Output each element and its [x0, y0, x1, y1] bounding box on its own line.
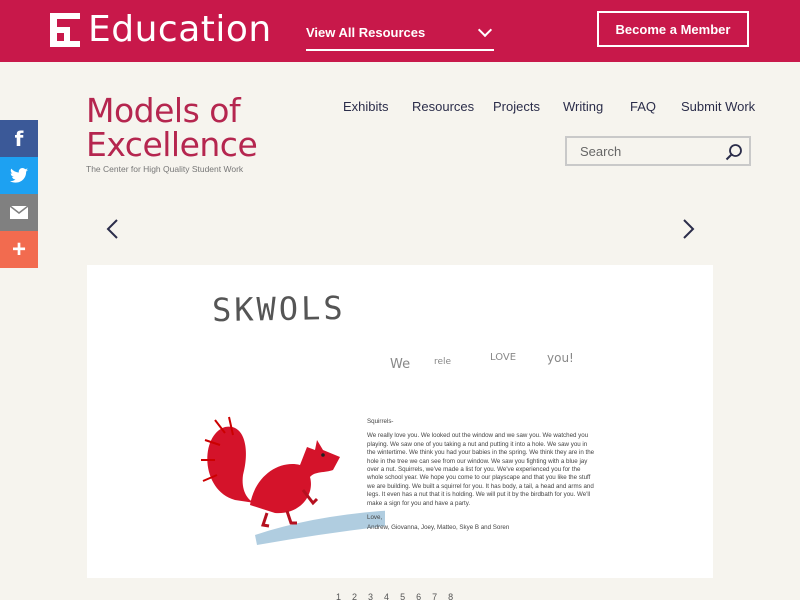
squirrel-drawing [201, 416, 385, 545]
facebook-share-button[interactable]: f [0, 120, 38, 157]
pager-item[interactable]: 3 [368, 592, 373, 600]
brand-name: Education [88, 9, 272, 50]
main-nav: Exhibits Resources Projects Writing FAQ … [340, 99, 755, 117]
letter-greeting: Squirrels- [367, 418, 394, 425]
chevron-down-icon [477, 22, 493, 37]
letter-closing: Love, [367, 514, 383, 522]
student-letter: Squirrels- We really love you. We looked… [367, 418, 595, 535]
view-all-resources-dropdown[interactable]: View All Resources [306, 16, 494, 51]
become-member-button[interactable]: Become a Member [597, 11, 749, 47]
plus-icon: + [11, 235, 26, 263]
pager-item[interactable]: 2 [352, 592, 357, 600]
love-word: you! [547, 351, 574, 365]
love-word: rele [434, 357, 452, 367]
carousel-image[interactable]: SKWOLS We rele LOVE you! Squirrels- We r… [87, 265, 713, 578]
artwork-title: SKWOLS [211, 288, 346, 330]
letter-signers: Andrew, Giovanna, Joey, Matteo, Skye B a… [367, 524, 510, 532]
envelope-icon [10, 206, 28, 219]
carousel-pager: 1 2 3 4 5 6 7 8 [336, 592, 453, 600]
logo-line-2: Excellence [86, 125, 258, 164]
email-share-button[interactable] [0, 194, 38, 231]
carousel-next-arrow-icon[interactable] [679, 219, 697, 239]
carousel-prev-arrow-icon[interactable] [104, 219, 122, 239]
more-share-button[interactable]: + [0, 231, 38, 268]
nav-item-writing[interactable]: Writing [563, 99, 603, 114]
el-logo-icon [50, 13, 80, 47]
pager-item[interactable]: 4 [384, 592, 389, 600]
twitter-share-button[interactable] [0, 157, 38, 194]
twitter-icon [10, 168, 28, 183]
pager-item[interactable]: 8 [448, 592, 453, 600]
love-word: LOVE [490, 352, 517, 363]
nav-item-faq[interactable]: FAQ [630, 99, 656, 114]
view-all-resources-label: View All Resources [306, 25, 426, 40]
letter-body: We really love you. We looked out the wi… [367, 432, 595, 507]
facebook-icon: f [14, 126, 24, 151]
top-bar: Education View All Resources Become a Me… [0, 0, 800, 62]
search-icon[interactable] [725, 143, 743, 161]
search-box [565, 136, 751, 166]
models-of-excellence-logo[interactable]: Models of Excellence The Center for High… [86, 91, 306, 175]
logo-line-1: Models of [86, 91, 241, 130]
search-input[interactable] [567, 138, 717, 164]
nav-item-exhibits[interactable]: Exhibits [343, 99, 389, 114]
pager-item[interactable]: 1 [336, 592, 341, 600]
pager-item[interactable]: 6 [416, 592, 421, 600]
pager-item[interactable]: 7 [432, 592, 437, 600]
nav-item-submit-work[interactable]: Submit Work [681, 99, 755, 114]
love-word: We [390, 357, 411, 372]
el-education-logo[interactable]: Education [50, 12, 272, 48]
nav-item-resources[interactable]: Resources [412, 99, 474, 114]
nav-item-projects[interactable]: Projects [493, 99, 540, 114]
logo-tagline: The Center for High Quality Student Work [86, 164, 244, 174]
social-share-bar: f + [0, 120, 38, 268]
pager-item[interactable]: 5 [400, 592, 405, 600]
